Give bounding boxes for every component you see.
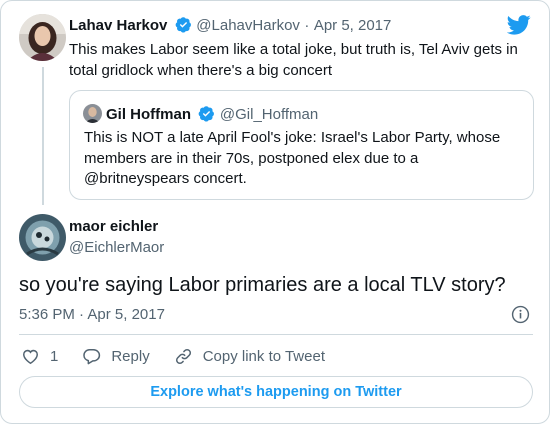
avatar-gil-hoffman (83, 104, 102, 123)
heart-icon (23, 349, 38, 364)
tweet-actions: 1 Reply Copy link to Tweet (21, 345, 349, 367)
main-handle[interactable]: @EichlerMaor (69, 239, 164, 256)
reply-button[interactable]: Reply (82, 347, 150, 366)
parent-separator: · (304, 17, 310, 34)
like-button[interactable]: 1 (21, 347, 58, 366)
avatar-maor-eichler[interactable] (19, 214, 66, 261)
parent-author-name[interactable]: Lahav Harkov (69, 17, 167, 34)
like-count: 1 (50, 347, 59, 365)
copy-link-button[interactable]: Copy link to Tweet (174, 347, 325, 366)
tweet-date: Apr 5, 2017 (87, 306, 165, 323)
quoted-tweet-header: Gil Hoffman @Gil_Hoffman (106, 105, 318, 124)
quoted-tweet-text: This is NOT a late April Fool's joke: Is… (84, 129, 501, 187)
twitter-bird-icon[interactable] (507, 15, 531, 35)
link-icon (175, 348, 191, 364)
parent-date[interactable]: Apr 5, 2017 (314, 17, 392, 34)
explore-label: Explore what's happening on Twitter (150, 384, 402, 400)
copy-link-label: Copy link to Tweet (202, 347, 325, 365)
parent-handle[interactable]: @LahavHarkov (196, 17, 300, 34)
explore-twitter-button[interactable]: Explore what's happening on Twitter (19, 376, 533, 408)
main-tweet-text: so you're saying Labor primaries are a l… (19, 274, 506, 296)
quoted-author-name: Gil Hoffman (106, 106, 191, 123)
divider (19, 334, 533, 335)
verified-badge-icon (175, 17, 191, 33)
quoted-tweet[interactable]: Gil Hoffman @Gil_Hoffman This is NOT a l… (69, 90, 534, 200)
main-tweet-timestamp[interactable]: 5:36 PM · Apr 5, 2017 (19, 306, 165, 323)
tweet-time: 5:36 PM (19, 306, 75, 323)
verified-badge-icon (199, 106, 215, 122)
main-handle-block: @EichlerMaor (69, 239, 164, 257)
embedded-tweet-card: Lahav Harkov @LahavHarkov · Apr 5, 2017 … (0, 0, 550, 424)
info-icon[interactable] (511, 305, 530, 324)
avatar-lahav-harkov[interactable] (19, 14, 66, 61)
main-author-name[interactable]: maor eichler (69, 218, 158, 235)
reply-label: Reply (111, 347, 150, 365)
parent-tweet-text: This makes Labor seem like a total joke,… (69, 41, 518, 79)
main-author-name-block: maor eichler (69, 218, 158, 236)
quoted-handle: @Gil_Hoffman (219, 106, 319, 123)
timestamp-separator: · (79, 306, 85, 323)
reply-bubble-icon (83, 348, 101, 364)
parent-tweet-header: Lahav Harkov @LahavHarkov · Apr 5, 2017 (69, 16, 391, 35)
thread-connector-line (42, 67, 44, 205)
